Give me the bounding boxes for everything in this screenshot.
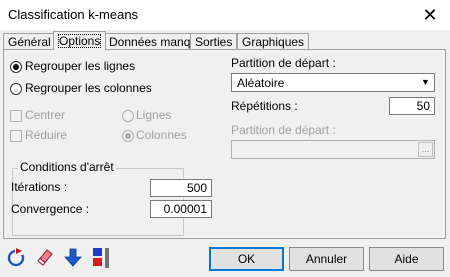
tab-options[interactable]: Options	[53, 31, 107, 50]
tab-label: Sorties	[195, 35, 233, 49]
partition-range-input[interactable]: ...	[231, 140, 435, 159]
stop-conditions-title: Conditions d'arrêt	[18, 160, 116, 174]
ok-button[interactable]: OK	[209, 247, 284, 271]
tab-label: Données manq.	[109, 35, 194, 49]
help-button[interactable]: Aide	[369, 247, 444, 271]
chevron-down-icon[interactable]: ▼	[418, 75, 433, 90]
group-rows-label[interactable]: Regrouper les lignes	[25, 59, 135, 73]
tab-charts[interactable]: Graphiques	[237, 33, 310, 50]
tab-outputs[interactable]: Sorties	[190, 33, 238, 50]
repetitions-input[interactable]: 50	[389, 97, 435, 115]
tab-general[interactable]: Général	[3, 33, 56, 50]
partition-select[interactable]: Aléatoire ▼	[231, 73, 435, 92]
reduce-label: Réduire	[25, 128, 68, 142]
tab-label: Options	[58, 34, 102, 48]
center-checkbox[interactable]	[10, 110, 22, 122]
partition-label: Partition de départ :	[231, 56, 336, 70]
tab-missing-data[interactable]: Données manq.	[104, 33, 199, 50]
columns-radio[interactable]	[122, 130, 134, 142]
lines-radio[interactable]	[122, 110, 134, 122]
reduce-checkbox[interactable]	[10, 130, 22, 142]
arrow-down-icon[interactable]	[62, 246, 84, 268]
center-label: Centrer	[25, 108, 66, 122]
partition-select-value: Aléatoire	[237, 76, 285, 90]
group-cols-radio[interactable]	[10, 83, 22, 95]
convergence-input[interactable]: 0.00001	[150, 200, 212, 218]
lines-label: Lignes	[136, 108, 172, 122]
convergence-label: Convergence :	[11, 202, 90, 216]
reset-icon[interactable]	[5, 246, 27, 268]
window-title: Classification k-means	[8, 7, 139, 22]
color-flags-icon[interactable]	[89, 246, 111, 268]
partition-label-2: Partition de départ :	[231, 123, 336, 137]
group-rows-radio[interactable]	[10, 61, 22, 73]
repetitions-label: Répétitions :	[231, 99, 298, 113]
columns-label: Colonnes	[136, 128, 187, 142]
tab-label: Général	[8, 35, 51, 49]
close-button[interactable]: ✕	[418, 3, 442, 27]
group-cols-label[interactable]: Regrouper les colonnes	[25, 81, 152, 95]
options-panel: Regrouper les lignes Regrouper les colon…	[3, 49, 446, 239]
cancel-button[interactable]: Annuler	[289, 247, 364, 271]
title-bar: Classification k-means ✕	[0, 0, 450, 30]
iterations-input[interactable]: 500	[150, 179, 212, 197]
range-picker-button[interactable]: ...	[418, 142, 433, 157]
eraser-icon[interactable]	[34, 246, 56, 268]
tab-label: Graphiques	[242, 35, 305, 49]
iterations-label: Itérations :	[11, 180, 68, 194]
